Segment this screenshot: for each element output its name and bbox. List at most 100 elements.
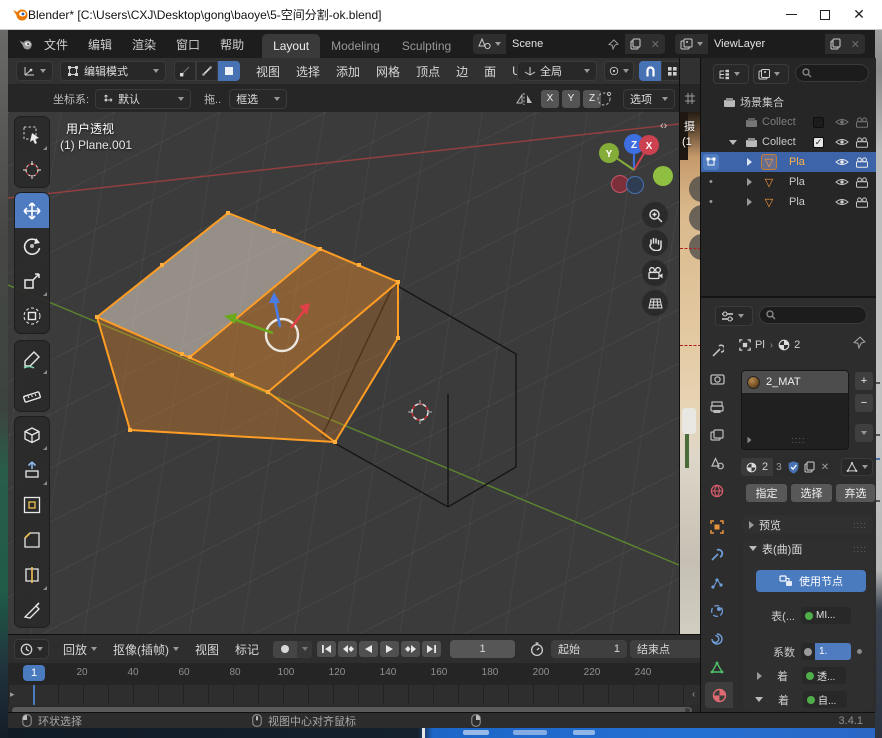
workspace-tab-modeling[interactable]: Modeling bbox=[320, 34, 391, 58]
tab-data-icon[interactable] bbox=[701, 654, 733, 680]
track-collapse-icon[interactable]: ‹ bbox=[692, 689, 695, 700]
expand-arrow-icon[interactable] bbox=[747, 158, 752, 166]
playhead-line[interactable] bbox=[33, 685, 35, 705]
tab-output-icon[interactable] bbox=[701, 394, 733, 420]
timeline-menu-playback[interactable]: 回放 bbox=[55, 641, 105, 658]
hide-eye-icon[interactable] bbox=[835, 197, 849, 207]
options-dropdown[interactable]: 选项 bbox=[623, 89, 675, 109]
hide-eye-icon[interactable] bbox=[835, 177, 849, 187]
mirror-x-button[interactable]: X bbox=[541, 90, 559, 108]
tab-viewlayer-icon[interactable] bbox=[701, 422, 733, 448]
hide-eye-icon[interactable] bbox=[835, 157, 849, 167]
menu-help[interactable]: 帮助 bbox=[210, 30, 254, 58]
viewport-menu-add[interactable]: 添加 bbox=[328, 63, 368, 80]
menu-render[interactable]: 渲染 bbox=[122, 30, 166, 58]
timeline-menu-view[interactable]: 视图 bbox=[187, 641, 227, 658]
viewport-menu-vertex[interactable]: 顶点 bbox=[408, 63, 448, 80]
viewlayer-copy-icon[interactable] bbox=[825, 34, 846, 54]
viewport-menu-select[interactable]: 选择 bbox=[288, 63, 328, 80]
play-button[interactable] bbox=[380, 641, 399, 657]
tab-scene-icon[interactable] bbox=[701, 450, 733, 476]
scene-unlink-icon[interactable]: ✕ bbox=[646, 34, 665, 54]
menu-edit[interactable]: 编辑 bbox=[78, 30, 122, 58]
tab-particles-icon[interactable] bbox=[701, 570, 733, 596]
tool-loop-cut[interactable] bbox=[15, 557, 49, 592]
preview-section-header[interactable]: 预览:::: bbox=[743, 515, 873, 534]
timeline-menu-keying[interactable]: 抠像(插帧) bbox=[105, 641, 187, 658]
deselect-button[interactable]: 弃选 bbox=[836, 484, 875, 502]
tool-cursor[interactable] bbox=[15, 152, 49, 187]
tab-material-icon[interactable] bbox=[705, 682, 733, 708]
editor-type-button[interactable] bbox=[16, 61, 53, 81]
add-slot-button[interactable]: + bbox=[855, 372, 873, 390]
render-camera-icon[interactable] bbox=[855, 137, 869, 148]
navigation-gizmo[interactable]: Z X Y bbox=[586, 122, 678, 200]
tab-constraints-icon[interactable] bbox=[701, 626, 733, 652]
timeline-menu-markers[interactable]: 标记 bbox=[227, 641, 267, 658]
timeline-track[interactable]: ▸ ‹ bbox=[8, 685, 700, 705]
tool-add-cube[interactable] bbox=[15, 417, 49, 452]
assign-button[interactable]: 指定 bbox=[746, 484, 787, 502]
proportional-falloff-icon[interactable] bbox=[596, 91, 612, 107]
expand-arrow-icon[interactable] bbox=[747, 178, 752, 186]
blender-menu-icon[interactable] bbox=[18, 38, 34, 51]
render-camera-icon[interactable] bbox=[855, 157, 869, 168]
shader2-dropdown[interactable]: 自... bbox=[803, 691, 847, 708]
unlink-datablock-icon[interactable]: ✕ bbox=[817, 458, 833, 476]
copy-datablock-icon[interactable] bbox=[802, 458, 817, 476]
camera-view-icon[interactable] bbox=[642, 260, 668, 286]
select-mode-edge-button[interactable] bbox=[196, 61, 218, 81]
render-camera-icon[interactable] bbox=[855, 197, 869, 208]
pivot-dropdown[interactable] bbox=[604, 61, 634, 81]
render-camera-icon[interactable] bbox=[855, 177, 869, 188]
expand-arrow-icon[interactable] bbox=[747, 198, 752, 206]
track-expand-icon[interactable]: ▸ bbox=[10, 689, 15, 700]
viewport-menu-view[interactable]: 视图 bbox=[248, 63, 288, 80]
shader1-dropdown[interactable]: 透... bbox=[802, 667, 846, 684]
zoom-icon[interactable] bbox=[642, 202, 668, 228]
hide-eye-icon[interactable] bbox=[835, 137, 849, 147]
pin-icon[interactable] bbox=[853, 336, 866, 349]
ortho-grid-icon[interactable] bbox=[642, 290, 668, 316]
mirror-y-button[interactable]: Y bbox=[562, 90, 580, 108]
factor-socket-button[interactable] bbox=[801, 643, 815, 660]
outliner-row-scene-collection[interactable]: 场景集合 bbox=[701, 92, 876, 112]
auto-keying-record-button[interactable] bbox=[273, 641, 297, 658]
current-frame-field[interactable]: 1 bbox=[450, 640, 515, 658]
tool-annotate[interactable] bbox=[15, 341, 49, 376]
users-count-button[interactable]: 3 bbox=[773, 458, 785, 476]
grip-handle[interactable]: :::: bbox=[791, 435, 805, 445]
material-browse-button[interactable]: 2 bbox=[741, 458, 773, 476]
menu-window[interactable]: 窗口 bbox=[166, 30, 210, 58]
tool-move[interactable] bbox=[15, 193, 49, 228]
tab-render-icon[interactable] bbox=[701, 366, 733, 392]
scene-icon[interactable] bbox=[473, 34, 506, 54]
proportional-edit-icon[interactable] bbox=[684, 92, 696, 105]
prev-keyframe-button[interactable] bbox=[338, 641, 357, 657]
tool-measure[interactable] bbox=[15, 376, 49, 411]
frame-end-field[interactable]: 结束点 bbox=[630, 640, 700, 658]
outliner-filter-button[interactable] bbox=[753, 64, 789, 84]
material-slot-item[interactable]: 2_MAT bbox=[742, 371, 848, 393]
play-reverse-button[interactable] bbox=[359, 641, 378, 657]
slot-specials-button[interactable] bbox=[855, 424, 873, 442]
node-specials-button[interactable] bbox=[841, 458, 873, 476]
properties-search-input[interactable] bbox=[759, 306, 867, 324]
tab-object-icon[interactable] bbox=[701, 514, 733, 540]
tool-extrude-region[interactable] bbox=[15, 452, 49, 487]
breadcrumb-object[interactable]: Pl bbox=[755, 339, 765, 351]
viewlayer-icon[interactable] bbox=[675, 34, 708, 54]
select-button[interactable]: 选择 bbox=[791, 484, 832, 502]
tab-tool-icon[interactable] bbox=[701, 338, 733, 364]
viewport-canvas[interactable]: 用户透视 (1) Plane.001 ‹› bbox=[8, 112, 679, 634]
workspace-tab-sculpting[interactable]: Sculpting bbox=[391, 34, 462, 58]
pin-icon[interactable] bbox=[608, 39, 619, 50]
tool-scale[interactable] bbox=[15, 263, 49, 298]
maximize-button[interactable] bbox=[808, 2, 842, 28]
outliner-row-object[interactable]: • ▽ Pla bbox=[701, 172, 876, 192]
mode-dropdown[interactable]: 编辑模式 bbox=[60, 61, 166, 81]
outliner-row-object[interactable]: • ▽ Pla bbox=[701, 192, 876, 212]
outliner-row-collection-disabled[interactable]: Collect bbox=[701, 112, 876, 132]
jump-to-end-button[interactable] bbox=[422, 641, 441, 657]
surface-shader-dropdown[interactable]: MI... bbox=[801, 607, 851, 624]
